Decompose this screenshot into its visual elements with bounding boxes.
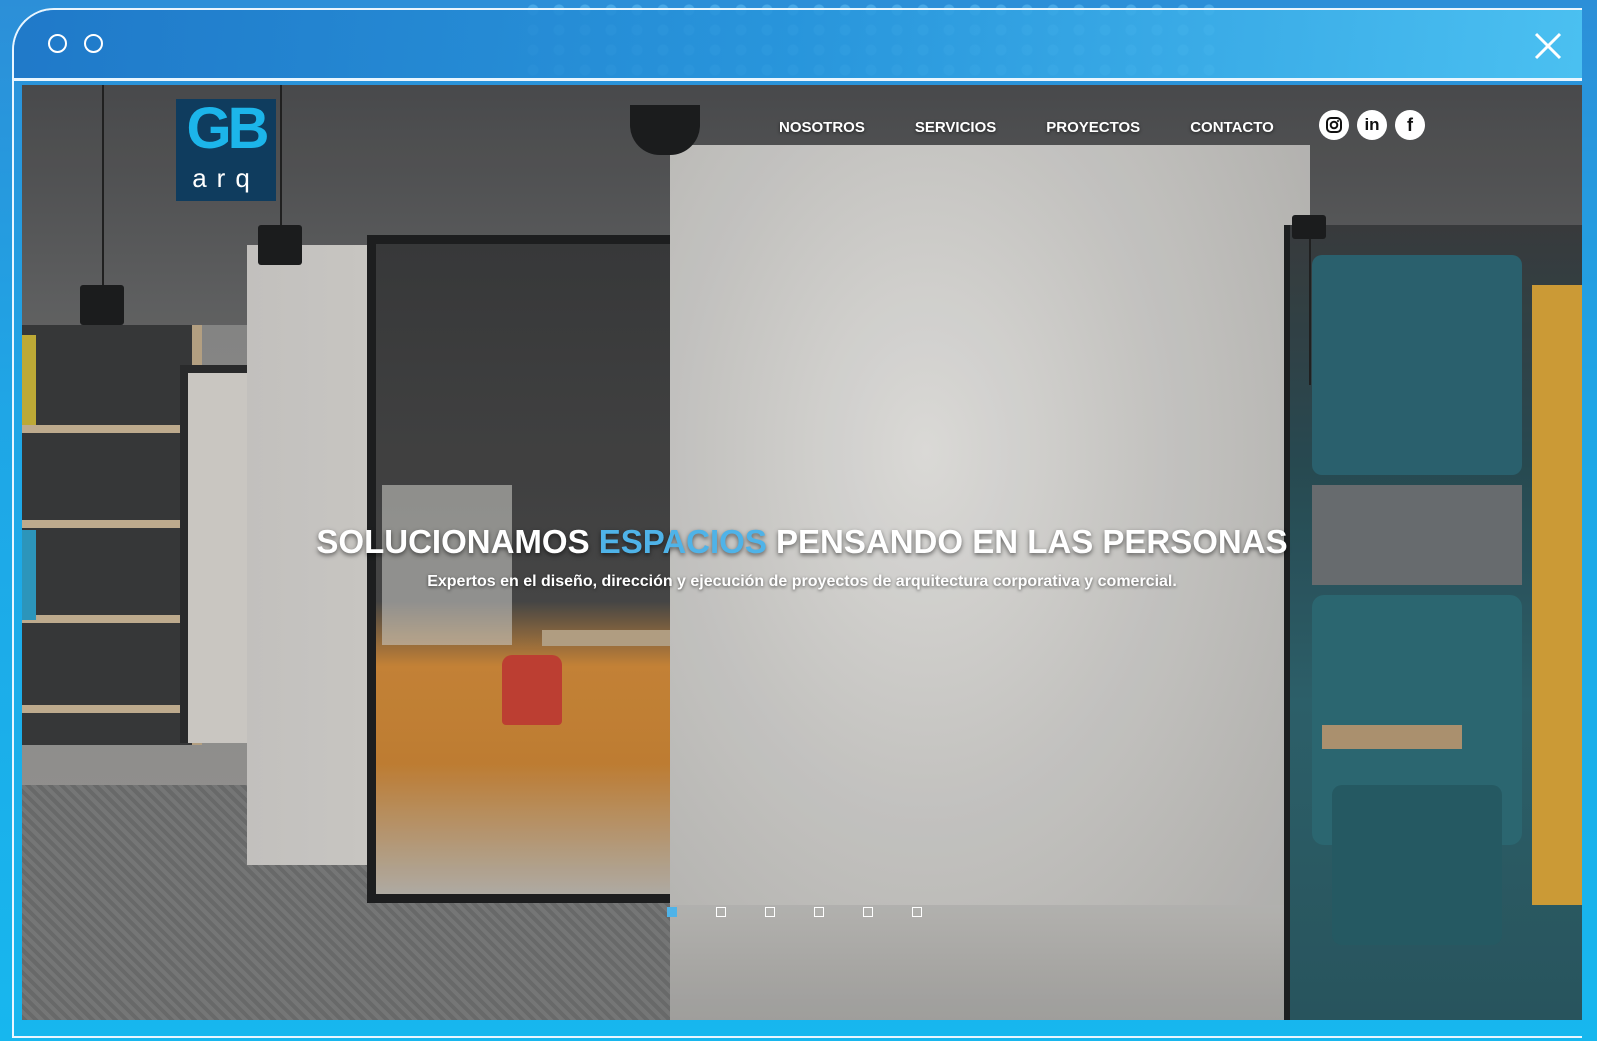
facebook-icon[interactable]: f xyxy=(1395,110,1425,140)
slider-dot[interactable] xyxy=(814,907,824,917)
nav-item-proyectos[interactable]: PROYECTOS xyxy=(1046,119,1140,136)
nav-item-contacto[interactable]: CONTACTO xyxy=(1190,119,1274,136)
close-icon[interactable] xyxy=(1532,30,1564,62)
slider-dot[interactable] xyxy=(912,907,922,917)
logo-wordmark: arq xyxy=(192,163,260,193)
hero-title: SOLUCIONAMOS ESPACIOS PENSANDO EN LAS PE… xyxy=(22,523,1582,561)
slider-dot[interactable] xyxy=(863,907,873,917)
linkedin-label: in xyxy=(1364,115,1380,134)
hero-title-part: SOLUCIONAMOS xyxy=(316,523,599,560)
slider-dot[interactable] xyxy=(667,907,677,917)
slider-dot[interactable] xyxy=(765,907,775,917)
slider-pagination xyxy=(667,907,922,917)
linkedin-icon[interactable]: in xyxy=(1357,110,1387,140)
main-nav: NOSOTROS SERVICIOS PROYECTOS CONTACTO xyxy=(779,119,1324,136)
hero-title-accent: ESPACIOS xyxy=(598,523,767,560)
nav-item-servicios[interactable]: SERVICIOS xyxy=(915,119,996,136)
window-control-circle[interactable] xyxy=(48,34,67,53)
window-control-circle[interactable] xyxy=(84,34,103,53)
social-links: in f xyxy=(1319,110,1425,140)
app-window: GB arq NOSOTROS SERVICIOS PROYECTOS CONT… xyxy=(12,8,1582,1038)
hero-subtitle: Expertos en el diseño, dirección y ejecu… xyxy=(427,573,1177,590)
nav-item-nosotros[interactable]: NOSOTROS xyxy=(779,119,865,136)
window-titlebar xyxy=(14,10,1582,81)
hero-title-part: PENSANDO EN LAS PERSONAS xyxy=(766,523,1288,560)
website-viewport: GB arq NOSOTROS SERVICIOS PROYECTOS CONT… xyxy=(22,85,1582,1020)
instagram-icon[interactable] xyxy=(1319,110,1349,140)
gb-arq-logo[interactable]: GB arq xyxy=(176,96,276,201)
logo-mark: GB xyxy=(186,96,270,161)
slider-dot[interactable] xyxy=(716,907,726,917)
facebook-label: f xyxy=(1407,114,1413,135)
